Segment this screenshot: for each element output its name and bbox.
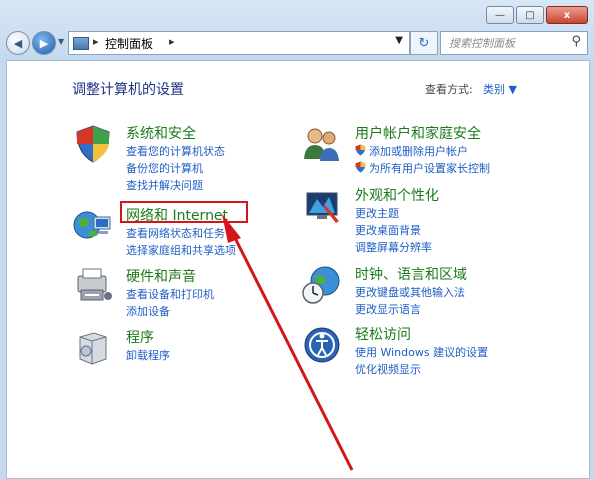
annotation-arrow-icon: [222, 214, 354, 471]
window-frame: — □ x ◀ ▶ ▼ ▸ 控制面板 ▸ ▼ ↻ ⚲ 调整计算机的设置 查看方式…: [0, 0, 594, 479]
